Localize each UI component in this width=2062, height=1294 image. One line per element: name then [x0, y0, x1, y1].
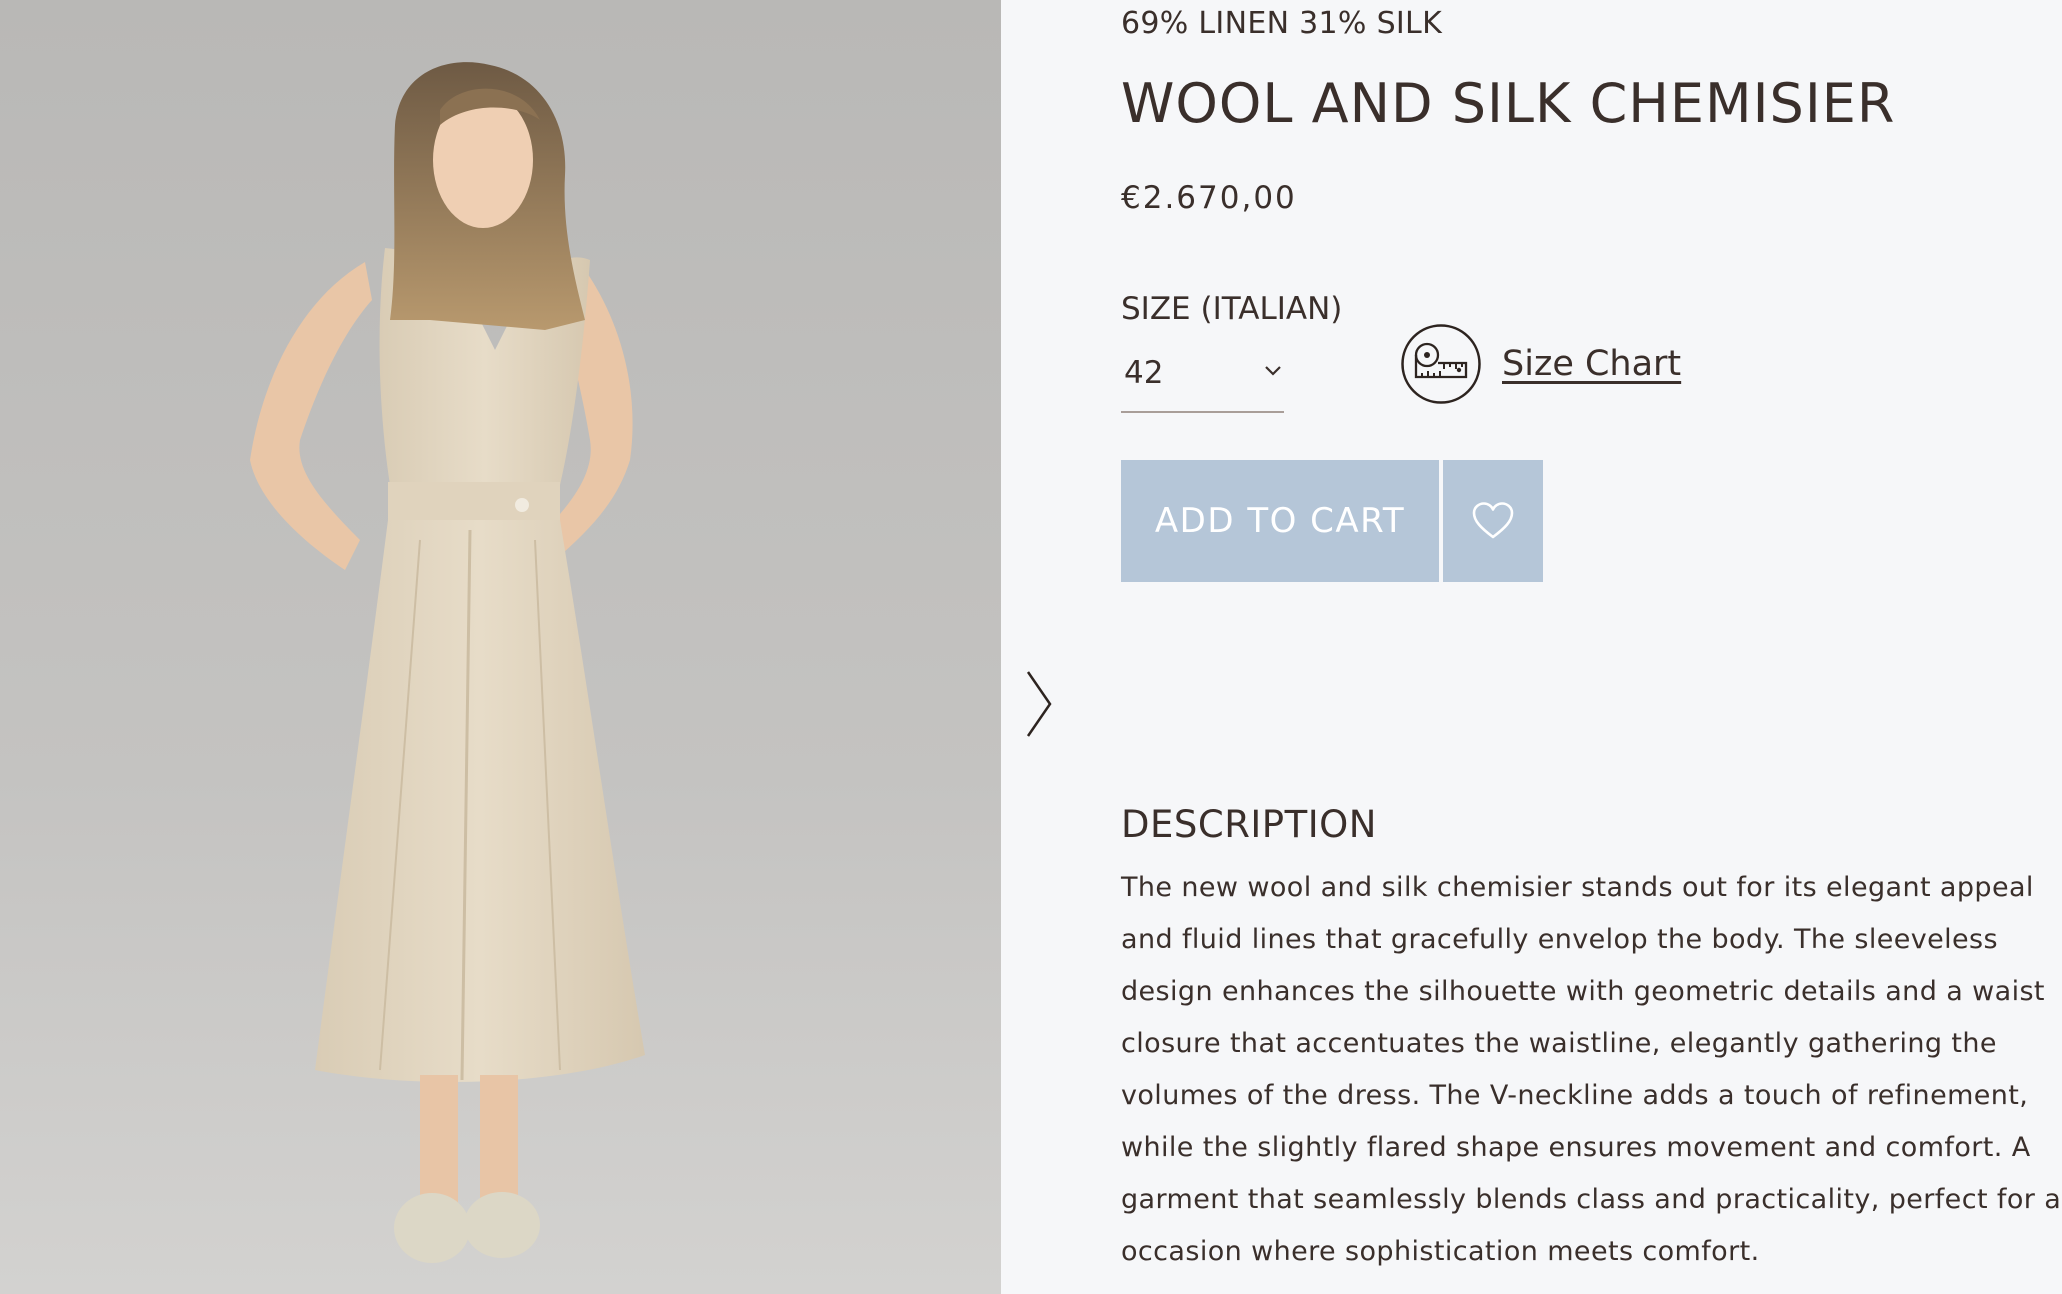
size-chart-label[interactable]: Size Chart: [1502, 344, 1681, 384]
description-body: The new wool and silk chemisier stands o…: [1121, 862, 2062, 1278]
measuring-tape-icon: [1401, 324, 1481, 404]
carousel-next-button[interactable]: [1020, 668, 1056, 740]
description-line: design enhances the silhouette with geom…: [1121, 976, 2045, 1007]
model-photo-illustration: [0, 0, 1001, 1294]
product-price: €2.670,00: [1121, 180, 1297, 216]
size-select[interactable]: 42: [1121, 345, 1284, 413]
description-heading: DESCRIPTION: [1121, 803, 1377, 846]
wishlist-button[interactable]: [1443, 460, 1543, 582]
product-title: WOOL AND SILK CHEMISIER: [1121, 72, 1896, 135]
size-label: SIZE (ITALIAN): [1121, 291, 1343, 327]
description-line: volumes of the dress. The V-neckline add…: [1121, 1080, 2029, 1111]
description-line: and fluid lines that gracefully envelop …: [1121, 924, 1998, 955]
description-line: The new wool and silk chemisier stands o…: [1121, 872, 2034, 903]
description-line: garment that seamlessly blends class and…: [1121, 1184, 2062, 1215]
chevron-right-icon: [1026, 671, 1052, 737]
size-selected-value: 42: [1124, 355, 1164, 391]
heart-icon: [1472, 502, 1514, 539]
product-page: 69% LINEN 31% SILK WOOL AND SILK CHEMISI…: [0, 0, 2062, 1294]
description-line: occasion where sophistication meets comf…: [1121, 1236, 1760, 1267]
add-to-cart-button[interactable]: ADD TO CART: [1121, 460, 1439, 582]
description-line: closure that accentuates the waistline, …: [1121, 1028, 1997, 1059]
product-composition: 69% LINEN 31% SILK: [1121, 6, 1443, 41]
product-image[interactable]: [0, 0, 1001, 1294]
size-chart-link[interactable]: Size Chart: [1400, 322, 1681, 406]
chevron-down-icon: [1265, 366, 1281, 376]
description-line: while the slightly flared shape ensures …: [1121, 1132, 2031, 1163]
